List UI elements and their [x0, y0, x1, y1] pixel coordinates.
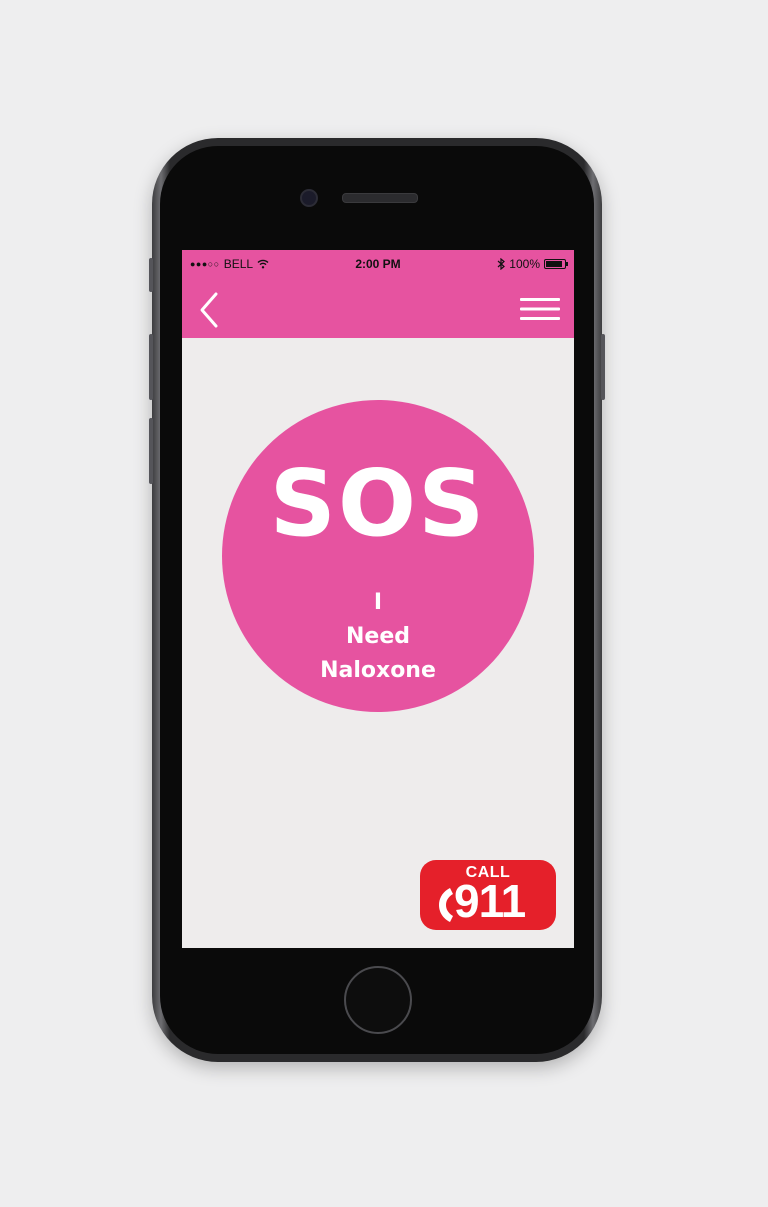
app-header [182, 278, 574, 338]
volume-up-button [149, 334, 153, 400]
power-button [601, 334, 605, 400]
phone-handset-icon [439, 888, 453, 922]
app-screen: ●●●○○ BELL 2:00 PM 100% SOS I Need Nalox… [182, 250, 574, 948]
volume-down-button [149, 418, 153, 484]
chevron-left-icon [200, 292, 218, 328]
battery-level-fill [546, 261, 562, 267]
earpiece-speaker [342, 193, 418, 203]
sos-button[interactable]: SOS I Need Naloxone [222, 400, 534, 712]
home-button[interactable] [344, 966, 412, 1034]
status-right: 100% [497, 257, 568, 271]
sos-line-2: Need [345, 624, 410, 649]
call-number: 911 [454, 875, 526, 927]
menu-button[interactable] [520, 296, 560, 322]
bluetooth-icon [497, 258, 506, 270]
battery-percent: 100% [509, 257, 540, 271]
battery-icon [544, 259, 568, 269]
front-camera [300, 189, 318, 207]
sos-line-3: Naloxone [320, 658, 436, 683]
back-button[interactable] [196, 290, 226, 330]
hamburger-menu-icon [520, 298, 560, 320]
sos-line-1: I [373, 590, 383, 615]
mute-switch [149, 258, 153, 292]
sos-title: SOS [269, 450, 487, 557]
call-911-button[interactable]: CALL 911 [420, 860, 556, 930]
status-bar: ●●●○○ BELL 2:00 PM 100% [182, 250, 574, 278]
